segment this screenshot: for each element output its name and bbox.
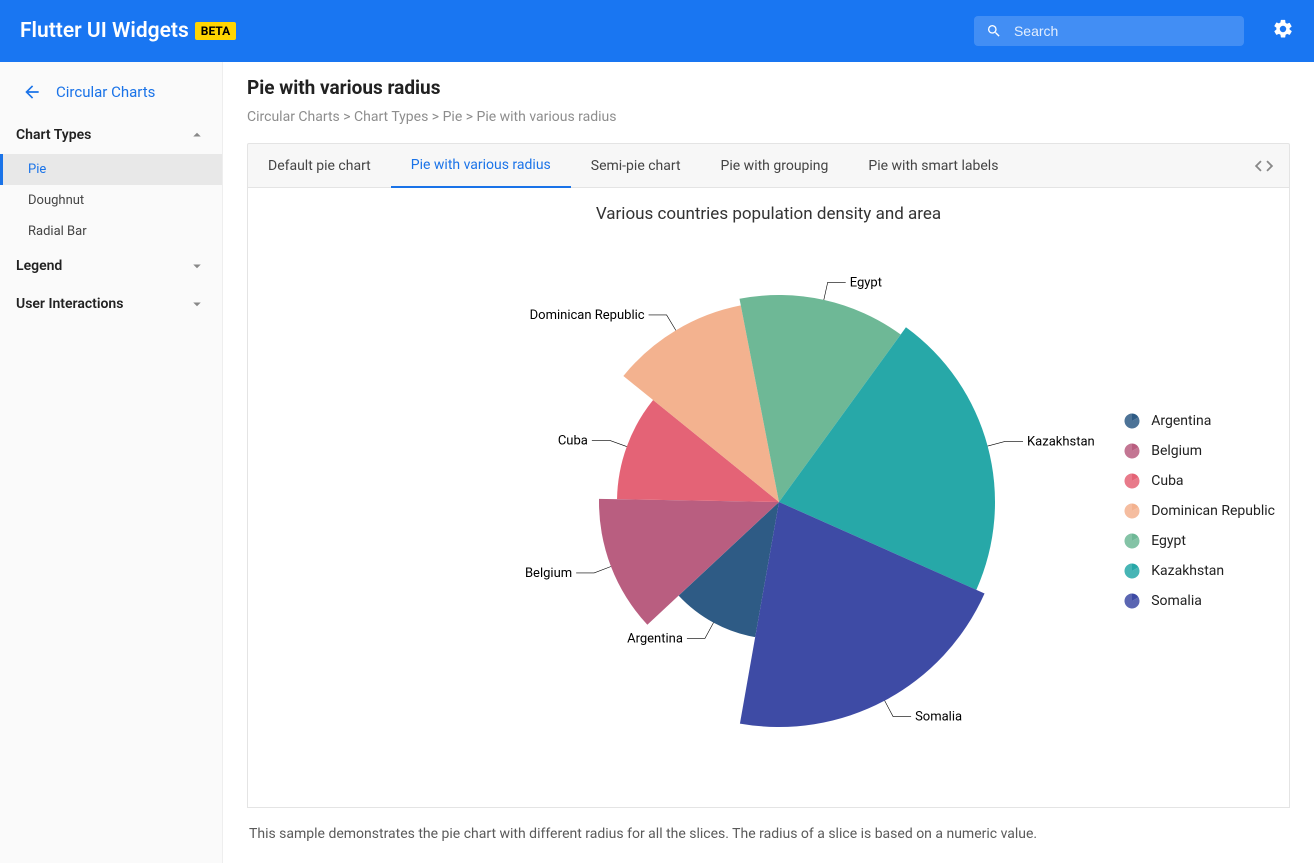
search-icon bbox=[986, 22, 1002, 40]
breadcrumb: Circular Charts > Chart Types > Pie > Pi… bbox=[247, 109, 1290, 125]
tab-pie-with-various-radius[interactable]: Pie with various radius bbox=[391, 144, 571, 188]
pie-icon bbox=[1123, 562, 1141, 580]
app-title: Flutter UI Widgets bbox=[20, 19, 189, 43]
legend-item[interactable]: Somalia bbox=[1123, 592, 1275, 610]
legend-item[interactable]: Argentina bbox=[1123, 412, 1275, 430]
legend-item[interactable]: Belgium bbox=[1123, 442, 1275, 460]
slice-label: Egypt bbox=[849, 275, 881, 290]
slice-label: Cuba bbox=[557, 433, 587, 448]
legend-item[interactable]: Kazakhstan bbox=[1123, 562, 1275, 580]
chart-panel: Various countries population density and… bbox=[247, 188, 1290, 808]
sidebar-section-user-interactions: User Interactions bbox=[0, 285, 222, 323]
legend-item[interactable]: Dominican Republic bbox=[1123, 502, 1275, 520]
sidebar-item-pie[interactable]: Pie bbox=[0, 154, 222, 185]
pie-icon bbox=[1123, 412, 1141, 430]
chevron-down-icon bbox=[188, 295, 206, 313]
pie-icon bbox=[1123, 502, 1141, 520]
sidebar-header: Circular Charts bbox=[0, 76, 222, 116]
pie-icon bbox=[1123, 472, 1141, 490]
chart-description: This sample demonstrates the pie chart w… bbox=[247, 808, 1290, 860]
legend-label: Argentina bbox=[1151, 413, 1211, 429]
settings-button[interactable] bbox=[1272, 18, 1294, 44]
slice-label: Somalia bbox=[915, 710, 962, 725]
beta-badge: BETA bbox=[195, 22, 236, 40]
sidebar-item-doughnut[interactable]: Doughnut bbox=[0, 185, 222, 216]
slice-label: Dominican Republic bbox=[529, 308, 644, 323]
pie-icon bbox=[1123, 592, 1141, 610]
tab-pie-with-grouping[interactable]: Pie with grouping bbox=[701, 145, 849, 187]
tab-pie-with-smart-labels[interactable]: Pie with smart labels bbox=[848, 145, 1018, 187]
sidebar-section-header-user-interactions[interactable]: User Interactions bbox=[0, 285, 222, 323]
chevron-up-icon bbox=[188, 126, 206, 144]
code-toggle-button[interactable] bbox=[1239, 155, 1289, 177]
legend-label: Kazakhstan bbox=[1151, 563, 1224, 579]
sidebar-section-header-chart-types[interactable]: Chart Types bbox=[0, 116, 222, 154]
search-container[interactable] bbox=[974, 16, 1244, 46]
search-input[interactable] bbox=[1014, 23, 1232, 39]
sidebar-section-label: Legend bbox=[16, 258, 62, 274]
tab-default-pie-chart[interactable]: Default pie chart bbox=[248, 145, 391, 187]
legend-label: Cuba bbox=[1151, 473, 1183, 489]
tab-semi-pie-chart[interactable]: Semi-pie chart bbox=[571, 145, 701, 187]
code-icon bbox=[1253, 155, 1275, 177]
legend-label: Egypt bbox=[1151, 533, 1186, 549]
pie-chart: Argentina Belgium Cuba Dominican Republic Eg… bbox=[319, 232, 1219, 772]
pie-icon bbox=[1123, 532, 1141, 550]
back-arrow-icon[interactable] bbox=[22, 82, 42, 102]
sidebar-section-legend: Legend bbox=[0, 247, 222, 285]
sidebar-section-chart-types: Chart Types Pie Doughnut Radial Bar bbox=[0, 116, 222, 247]
chart-stage: Argentina Belgium Cuba Dominican Republic Eg… bbox=[248, 232, 1289, 792]
sidebar-title[interactable]: Circular Charts bbox=[56, 83, 155, 101]
legend-label: Dominican Republic bbox=[1151, 503, 1275, 519]
pie-icon bbox=[1123, 442, 1141, 460]
sidebar: Circular Charts Chart Types Pie Doughnut… bbox=[0, 62, 223, 863]
tab-strip: Default pie chart Pie with various radiu… bbox=[247, 143, 1290, 188]
page-title: Pie with various radius bbox=[247, 76, 1290, 99]
slice-label: Belgium bbox=[524, 566, 571, 581]
chart-title: Various countries population density and… bbox=[248, 188, 1289, 232]
legend-label: Somalia bbox=[1151, 593, 1202, 609]
app-header: Flutter UI Widgets BETA bbox=[0, 0, 1314, 62]
chart-legend: Argentina Belgium Cuba Dominican Republic Eg… bbox=[1123, 412, 1275, 622]
slice-label: Argentina bbox=[627, 631, 683, 646]
sidebar-item-radial-bar[interactable]: Radial Bar bbox=[0, 216, 222, 247]
legend-item[interactable]: Cuba bbox=[1123, 472, 1275, 490]
gear-icon bbox=[1272, 18, 1294, 40]
slice-label: Kazakhstan bbox=[1027, 434, 1095, 449]
chevron-down-icon bbox=[188, 257, 206, 275]
sidebar-section-label: Chart Types bbox=[16, 127, 91, 143]
sidebar-section-header-legend[interactable]: Legend bbox=[0, 247, 222, 285]
legend-item[interactable]: Egypt bbox=[1123, 532, 1275, 550]
legend-label: Belgium bbox=[1151, 443, 1202, 459]
main-content: Pie with various radius Circular Charts … bbox=[223, 62, 1314, 863]
sidebar-section-label: User Interactions bbox=[16, 296, 123, 312]
